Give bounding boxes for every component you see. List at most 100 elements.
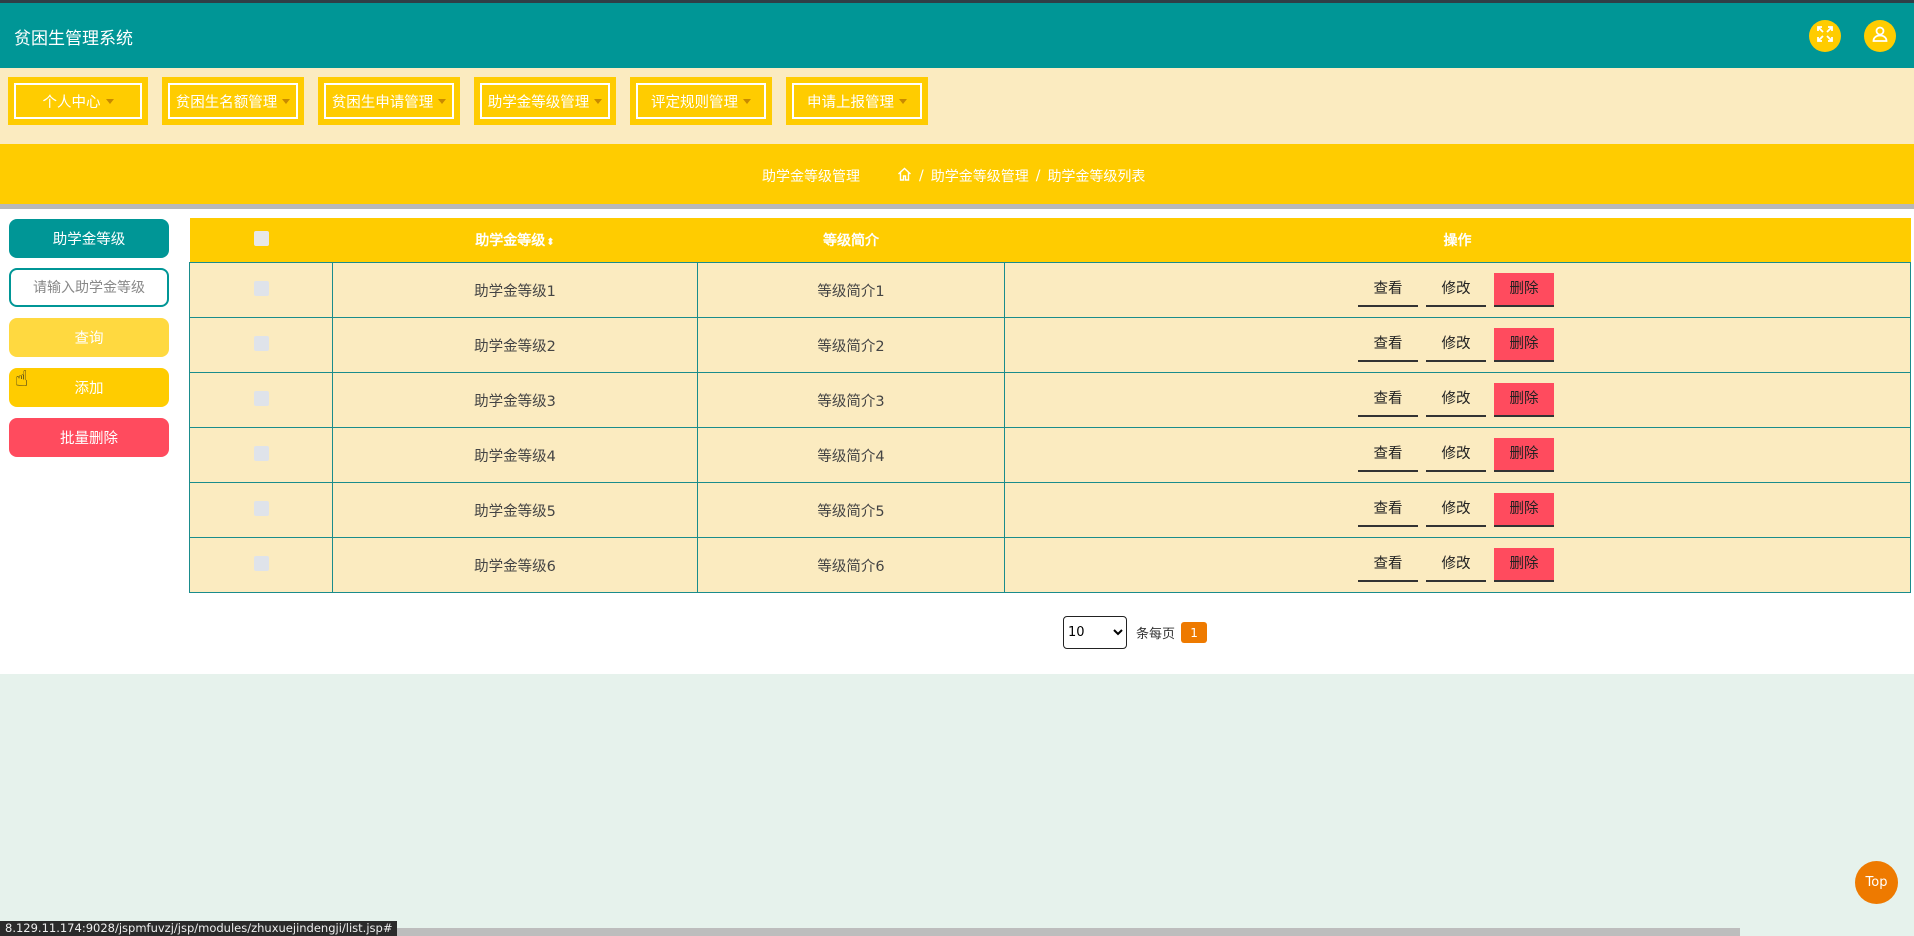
status-url: 8.129.11.174:9028/jspmfuvzj/jsp/modules/… bbox=[0, 921, 398, 936]
delete-button[interactable]: 删除 bbox=[1494, 438, 1554, 472]
edit-button[interactable]: 修改 bbox=[1426, 438, 1486, 472]
intro-cell: 等级简介3 bbox=[697, 372, 1005, 428]
breadcrumb-bar: 助学金等级管理 / 助学金等级管理 / 助学金等级列表 bbox=[0, 144, 1914, 204]
page-title: 助学金等级管理 bbox=[762, 169, 860, 185]
nav-item-application[interactable]: 贫困生申请管理 bbox=[318, 77, 460, 125]
breadcrumb-item: 助学金等级列表 bbox=[1047, 169, 1146, 185]
data-table: 助学金等级⬍ 等级简介 操作 助学金等级1 等级简介1 查看 修改 删除 助学金等级… bbox=[189, 218, 1911, 593]
level-cell: 助学金等级4 bbox=[332, 427, 698, 483]
select-all-checkbox[interactable] bbox=[253, 230, 269, 246]
row-select-cell bbox=[189, 372, 333, 428]
view-button[interactable]: 查看 bbox=[1358, 548, 1418, 582]
intro-cell: 等级简介4 bbox=[697, 427, 1005, 483]
home-icon[interactable] bbox=[897, 167, 912, 185]
table-row: 助学金等级1 等级简介1 查看 修改 删除 bbox=[189, 262, 1911, 318]
column-header-level[interactable]: 助学金等级⬍ bbox=[332, 218, 698, 263]
row-select-cell bbox=[189, 427, 333, 483]
level-cell: 助学金等级6 bbox=[332, 537, 698, 593]
delete-button[interactable]: 删除 bbox=[1494, 383, 1554, 417]
page-size-select[interactable]: 10 bbox=[1063, 616, 1127, 649]
edit-button[interactable]: 修改 bbox=[1426, 548, 1486, 582]
view-button[interactable]: 查看 bbox=[1358, 328, 1418, 362]
add-button[interactable]: 添加 bbox=[9, 368, 169, 407]
actions-cell: 查看 修改 删除 bbox=[1004, 317, 1911, 373]
nav-item-label: 助学金等级管理 bbox=[487, 94, 590, 111]
row-select-cell bbox=[189, 537, 333, 593]
row-checkbox[interactable] bbox=[253, 555, 269, 571]
actions-cell: 查看 修改 删除 bbox=[1004, 372, 1911, 428]
table-row: 助学金等级2 等级简介2 查看 修改 删除 bbox=[189, 317, 1911, 373]
chevron-down-icon bbox=[594, 98, 603, 104]
chevron-down-icon bbox=[743, 98, 751, 104]
sidebar-heading: 助学金等级 bbox=[9, 219, 169, 258]
query-button[interactable]: 查询 bbox=[9, 318, 169, 357]
row-checkbox[interactable] bbox=[253, 390, 269, 406]
nav-item-report[interactable]: 申请上报管理 bbox=[786, 77, 928, 125]
delete-button[interactable]: 删除 bbox=[1494, 273, 1554, 307]
page-button-current[interactable]: 1 bbox=[1181, 622, 1208, 643]
edit-button[interactable]: 修改 bbox=[1426, 493, 1486, 527]
nav-item-label: 贫困生名额管理 bbox=[175, 94, 278, 111]
nav-item-label: 个人中心 bbox=[42, 94, 101, 111]
row-checkbox[interactable] bbox=[253, 280, 269, 296]
view-button[interactable]: 查看 bbox=[1358, 438, 1418, 472]
column-header-intro: 等级简介 bbox=[697, 218, 1005, 263]
nav-item-rules[interactable]: 评定规则管理 bbox=[630, 77, 772, 125]
table-row: 助学金等级6 等级简介6 查看 修改 删除 bbox=[189, 537, 1911, 593]
hand-cursor-icon: ☝ bbox=[15, 367, 29, 392]
sort-icon[interactable]: ⬍ bbox=[546, 237, 554, 248]
main-content: 助学金等级 查询 添加 批量删除 助学金等级⬍ 等级简介 操作 助学金等级1 bbox=[0, 209, 1914, 674]
edit-button[interactable]: 修改 bbox=[1426, 328, 1486, 362]
actions-cell: 查看 修改 删除 bbox=[1004, 537, 1911, 593]
row-checkbox[interactable] bbox=[253, 335, 269, 351]
delete-button[interactable]: 删除 bbox=[1494, 548, 1554, 582]
breadcrumb-separator: / bbox=[1035, 168, 1041, 184]
level-cell: 助学金等级1 bbox=[332, 262, 698, 318]
chevron-down-icon bbox=[438, 98, 447, 104]
level-cell: 助学金等级2 bbox=[332, 317, 698, 373]
main-nav: 个人中心 贫困生名额管理 贫困生申请管理 助学金等级管理 评定规则管理 申请上报… bbox=[0, 68, 1914, 144]
intro-cell: 等级简介1 bbox=[697, 262, 1005, 318]
row-checkbox[interactable] bbox=[253, 445, 269, 461]
horizontal-scrollbar[interactable] bbox=[390, 928, 1740, 936]
nav-item-grant-level[interactable]: 助学金等级管理 bbox=[474, 77, 616, 125]
fullscreen-button[interactable] bbox=[1809, 20, 1841, 52]
delete-button[interactable]: 删除 bbox=[1494, 493, 1554, 527]
actions-cell: 查看 修改 删除 bbox=[1004, 427, 1911, 483]
search-input[interactable] bbox=[9, 268, 169, 307]
table-header-row: 助学金等级⬍ 等级简介 操作 bbox=[189, 218, 1911, 263]
batch-delete-button[interactable]: 批量删除 bbox=[9, 418, 169, 457]
intro-cell: 等级简介5 bbox=[697, 482, 1005, 538]
intro-cell: 等级简介2 bbox=[697, 317, 1005, 373]
edit-button[interactable]: 修改 bbox=[1426, 383, 1486, 417]
actions-cell: 查看 修改 删除 bbox=[1004, 262, 1911, 318]
actions-cell: 查看 修改 删除 bbox=[1004, 482, 1911, 538]
table-row: 助学金等级3 等级简介3 查看 修改 删除 bbox=[189, 372, 1911, 428]
pagination: 10 条每页 1 bbox=[1063, 616, 1208, 649]
nav-item-label: 贫困生申请管理 bbox=[331, 94, 434, 111]
edit-button[interactable]: 修改 bbox=[1426, 273, 1486, 307]
chevron-down-icon bbox=[105, 98, 114, 104]
level-cell: 助学金等级5 bbox=[332, 482, 698, 538]
chevron-down-icon bbox=[282, 98, 291, 104]
breadcrumb-item[interactable]: 助学金等级管理 bbox=[931, 166, 1029, 186]
user-icon bbox=[1871, 25, 1889, 47]
nav-item-personal-center[interactable]: 个人中心 bbox=[8, 77, 148, 125]
back-to-top-button[interactable]: Top bbox=[1855, 861, 1898, 904]
delete-button[interactable]: 删除 bbox=[1494, 328, 1554, 362]
column-header-label: 助学金等级 bbox=[475, 233, 546, 249]
nav-item-quota[interactable]: 贫困生名额管理 bbox=[162, 77, 304, 125]
level-cell: 助学金等级3 bbox=[332, 372, 698, 428]
breadcrumb-separator: / bbox=[919, 168, 924, 184]
app-header: 贫困生管理系统 bbox=[0, 3, 1914, 68]
nav-item-label: 评定规则管理 bbox=[651, 94, 738, 111]
user-button[interactable] bbox=[1864, 20, 1896, 52]
view-button[interactable]: 查看 bbox=[1358, 493, 1418, 527]
view-button[interactable]: 查看 bbox=[1358, 383, 1418, 417]
chevron-down-icon bbox=[899, 98, 907, 104]
view-button[interactable]: 查看 bbox=[1358, 273, 1418, 307]
intro-cell: 等级简介6 bbox=[697, 537, 1005, 593]
fullscreen-icon bbox=[1816, 25, 1834, 47]
row-checkbox[interactable] bbox=[253, 500, 269, 516]
row-select-cell bbox=[189, 317, 333, 373]
